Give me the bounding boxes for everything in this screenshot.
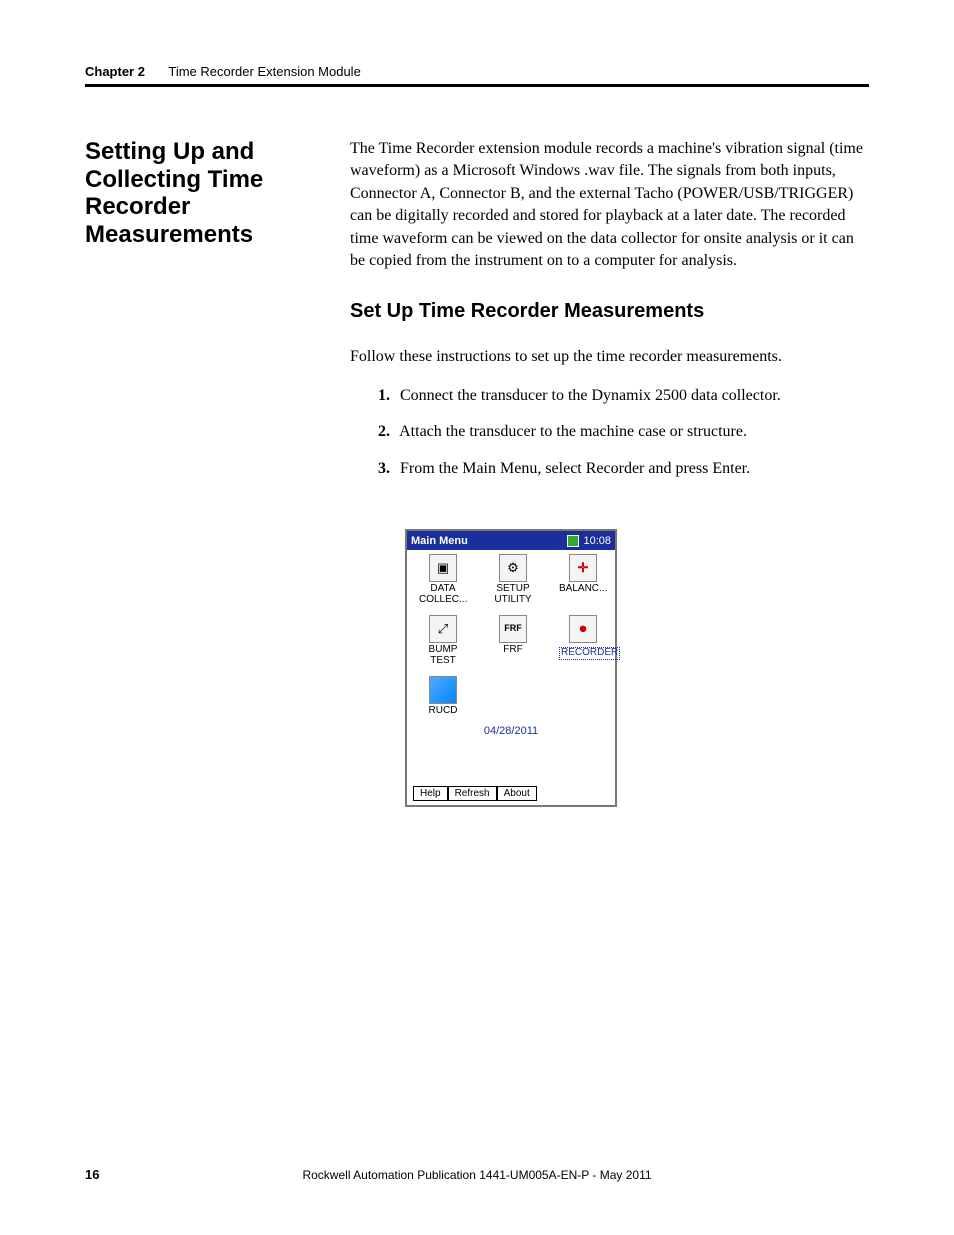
app-label-selected: RECORDER: [559, 647, 620, 660]
app-frf[interactable]: FRF FRF: [489, 615, 537, 666]
frf-icon: FRF: [499, 615, 527, 643]
device-title: Main Menu: [411, 535, 468, 547]
running-head: Chapter 2 Time Recorder Extension Module: [85, 64, 869, 85]
app-label: BUMP TEST: [419, 645, 467, 666]
section-title: Setting Up and Collecting Time Recorder …: [85, 138, 330, 248]
step-text: Connect the transducer to the Dynamix 25…: [400, 387, 781, 404]
chapter-label: Chapter 2: [85, 64, 145, 79]
softkey-help[interactable]: Help: [413, 786, 448, 801]
setup-utility-icon: ⚙: [499, 554, 527, 582]
step-1: 1. Connect the transducer to the Dynamix…: [370, 385, 869, 407]
rucd-icon: [429, 676, 457, 704]
app-label: RUCD: [419, 706, 467, 717]
balance-icon: ✛: [569, 554, 597, 582]
steps-list: 1. Connect the transducer to the Dynamix…: [370, 385, 869, 494]
device-titlebar: Main Menu 10:08: [407, 531, 615, 550]
app-label: SETUP UTILITY: [489, 584, 537, 605]
step-2: 2. Attach the transducer to the machine …: [370, 421, 869, 443]
app-bump-test[interactable]: ⤢ BUMP TEST: [419, 615, 467, 666]
step-3: 3. From the Main Menu, select Recorder a…: [370, 458, 869, 480]
app-setup-utility[interactable]: ⚙ SETUP UTILITY: [489, 554, 537, 605]
step-number: 1.: [370, 385, 390, 407]
chapter-title: Time Recorder Extension Module: [168, 64, 360, 79]
device-softkeys: Help Refresh About: [413, 786, 537, 801]
app-rucd[interactable]: RUCD: [419, 676, 467, 717]
app-data-collection[interactable]: ▣ DATA COLLEC...: [419, 554, 467, 605]
step-text: Attach the transducer to the machine cas…: [399, 423, 747, 440]
publication-info: Rockwell Automation Publication 1441-UM0…: [0, 1168, 954, 1182]
app-label: BALANC...: [559, 584, 607, 595]
data-collection-icon: ▣: [429, 554, 457, 582]
instruction-lead: Follow these instructions to set up the …: [350, 346, 869, 368]
subheading: Set Up Time Recorder Measurements: [350, 300, 704, 323]
app-recorder[interactable]: ⏺ RECORDER: [559, 615, 607, 666]
device-screenshot: Main Menu 10:08 ▣ DATA COLLEC... ⚙ SETUP…: [405, 529, 617, 807]
app-balance[interactable]: ✛ BALANC...: [559, 554, 607, 605]
header-rule: [85, 84, 869, 87]
softkey-about[interactable]: About: [497, 786, 537, 801]
device-app-grid: ▣ DATA COLLEC... ⚙ SETUP UTILITY ✛ BALAN…: [407, 550, 615, 737]
device-date: 04/28/2011: [413, 725, 609, 737]
app-label: FRF: [489, 645, 537, 656]
softkey-refresh[interactable]: Refresh: [448, 786, 497, 801]
device-clock: 10:08: [583, 535, 611, 547]
intro-paragraph: The Time Recorder extension module recor…: [350, 138, 869, 272]
step-text: From the Main Menu, select Recorder and …: [400, 460, 750, 477]
step-number: 3.: [370, 458, 390, 480]
step-number: 2.: [370, 421, 390, 443]
battery-icon: [567, 535, 579, 547]
recorder-icon: ⏺: [569, 615, 597, 643]
bump-test-icon: ⤢: [429, 615, 457, 643]
app-label: DATA COLLEC...: [419, 584, 467, 605]
